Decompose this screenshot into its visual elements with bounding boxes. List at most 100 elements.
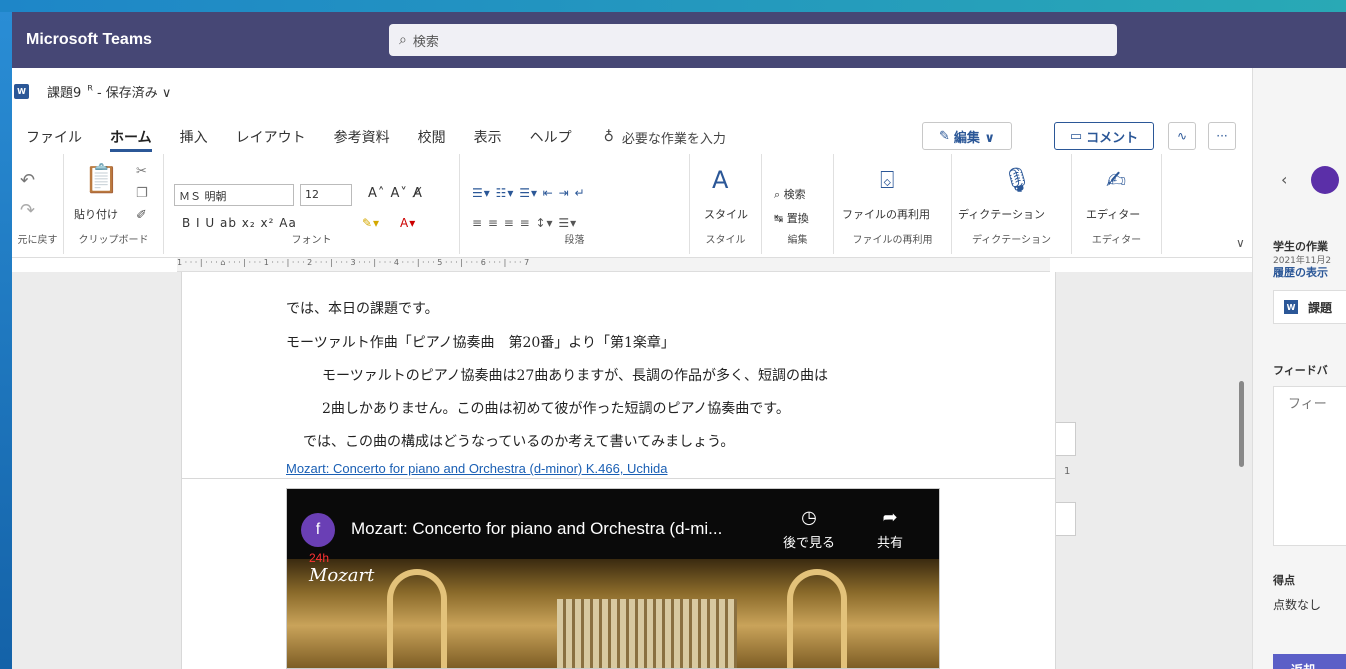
return-button[interactable]: 返却: [1273, 654, 1346, 669]
format-buttons[interactable]: B I U ab x₂ x² Aa: [182, 216, 297, 230]
editing-group: ⌕ 検索 ↹ 置換 編集: [762, 154, 834, 254]
clipboard-group-label: クリップボード: [78, 235, 149, 246]
document-title-row: W 課題9 ᴿ - 保存済み ∨: [12, 78, 171, 104]
copy-icon[interactable]: ❐: [136, 186, 148, 201]
styles-icon[interactable]: A: [712, 166, 728, 194]
undo-group: ↶ ↷ 元に戻す: [12, 154, 64, 254]
reuse-file-icon[interactable]: ⌺: [880, 166, 894, 194]
editing-group-label: 編集: [787, 235, 808, 246]
embedded-video[interactable]: f Mozart: Concerto for piano and Orchest…: [286, 488, 940, 669]
teams-header: Microsoft Teams ⌕ 検索: [12, 12, 1346, 68]
tab-view[interactable]: 表示: [460, 120, 516, 154]
font-group-label: フォント: [291, 235, 332, 246]
replace-label: 置換: [786, 212, 809, 225]
font-name-select[interactable]: ＭＳ 明朝: [174, 184, 294, 206]
share-label: 共有: [877, 536, 904, 551]
submitted-file[interactable]: W 課題: [1273, 290, 1346, 324]
paste-icon[interactable]: 📋: [84, 162, 119, 195]
clipboard-group: 📋 貼り付け ✂ ❐ ✐ クリップボード: [64, 154, 164, 254]
search-input[interactable]: ⌕ 検索: [389, 24, 1117, 56]
grow-shrink-font-icons[interactable]: A˄ A˅ A̸: [368, 186, 423, 201]
pulse-icon: ∿: [1176, 129, 1188, 143]
find-button[interactable]: ⌕ 検索: [774, 186, 806, 202]
activity-button[interactable]: ∿: [1168, 122, 1196, 150]
microphone-icon[interactable]: 🎙: [1002, 166, 1032, 194]
paragraph-group-label: 段落: [564, 235, 585, 246]
tab-file[interactable]: ファイル: [12, 120, 96, 154]
body-line-5: では、この曲の構成はどうなっているのか考えて書いてみましょう。: [303, 434, 735, 450]
align-icons[interactable]: ≡ ≡ ≡ ≡ ↕▾ ☰▾: [472, 216, 577, 230]
undo-icon[interactable]: ↶: [20, 170, 35, 191]
list-icons[interactable]: ☰▾ ☷▾ ☰▾ ⇤ ⇥ ↵: [472, 186, 586, 200]
tab-references[interactable]: 参考資料: [320, 120, 404, 154]
tab-home[interactable]: ホーム: [96, 120, 166, 154]
dictation-group: 🎙 ディクテーション ディクテーション: [952, 154, 1072, 254]
highlight-color-icon[interactable]: ✎▾: [362, 216, 380, 230]
history-link[interactable]: 履歴の表示: [1273, 264, 1328, 280]
video-brand-small: 24h: [309, 551, 330, 565]
body-line-1: では、本日の課題です。: [286, 301, 439, 317]
editor-label[interactable]: エディター: [1086, 206, 1140, 222]
document-area: では、本日の課題です。 モーツァルト作曲「ピアノ協奏曲 第20番」より「第1楽章…: [12, 272, 1252, 669]
window-top-border: [0, 0, 1346, 12]
organ-image: [557, 599, 737, 668]
lightbulb-icon: ♁: [603, 129, 614, 145]
page-number: 1: [1064, 466, 1071, 477]
font-size-select[interactable]: 12: [300, 184, 352, 206]
body-line-4: 2曲しかありません。この曲は初めて彼が作った短調のピアノ協奏曲です。: [322, 401, 790, 417]
feedback-input[interactable]: フィー: [1273, 386, 1346, 546]
cut-icon[interactable]: ✂: [136, 164, 147, 179]
styles-group-label: スタイル: [705, 235, 746, 246]
styles-label[interactable]: スタイル: [704, 206, 748, 222]
comment-margin-box: [1056, 422, 1076, 456]
watch-later-label: 後で見る: [783, 536, 836, 551]
feedback-label: フィードバ: [1273, 364, 1328, 377]
search-placeholder: 検索: [412, 34, 439, 50]
tell-me-search[interactable]: ♁ 必要な作業を入力: [604, 128, 726, 147]
paste-label[interactable]: 貼り付け: [74, 206, 118, 222]
edit-mode-button[interactable]: ✎ 編集 ∨: [922, 122, 1012, 150]
editor-icon[interactable]: ✍: [1106, 166, 1126, 194]
document-name[interactable]: 課題9: [47, 82, 81, 101]
more-options-button[interactable]: ···: [1208, 122, 1236, 150]
dictation-label[interactable]: ディクテーション: [958, 206, 1045, 222]
ruler: 1 · · · | · · · ⌂ · · · | · · · 1 · · · …: [177, 258, 1050, 272]
score-value[interactable]: 点数なし: [1273, 596, 1321, 613]
redo-icon[interactable]: ↷: [20, 200, 35, 221]
share-icon: ᴿ: [87, 83, 93, 99]
app-title: Microsoft Teams: [26, 31, 152, 48]
tab-help[interactable]: ヘルプ: [516, 120, 586, 154]
video-brand-script: Mozart: [309, 565, 375, 586]
font-color-icon[interactable]: A▾: [400, 216, 416, 230]
undo-group-label: 元に戻す: [17, 235, 58, 246]
channel-avatar[interactable]: f: [301, 513, 335, 547]
share-button[interactable]: ➦ 共有: [877, 507, 903, 551]
format-painter-icon[interactable]: ✐: [136, 208, 147, 223]
tab-layout[interactable]: レイアウト: [222, 120, 320, 154]
reuse-group-label: ファイルの再利用: [852, 235, 933, 246]
teams-window: Microsoft Teams ⌕ 検索 W 課題9 ᴿ - 保存済み ∨ ファ…: [12, 12, 1346, 669]
word-icon: W: [14, 83, 29, 99]
reuse-file-label[interactable]: ファイルの再利用: [842, 206, 930, 222]
ribbon-collapse-icon[interactable]: ∨: [1236, 236, 1245, 250]
video-link[interactable]: Mozart: Concerto for piano and Orchestra…: [286, 461, 668, 476]
video-title[interactable]: Mozart: Concerto for piano and Orchestra…: [351, 519, 722, 539]
file-name: 課題: [1308, 300, 1333, 315]
video-thumbnail: [287, 559, 939, 668]
document-scrollbar[interactable]: [1239, 381, 1244, 467]
save-status[interactable]: - 保存済み ∨: [97, 82, 171, 101]
paragraph-group: ☰▾ ☷▾ ☰▾ ⇤ ⇥ ↵ ≡ ≡ ≡ ≡ ↕▾ ☰▾ 段落: [460, 154, 690, 254]
tab-review[interactable]: 校閲: [404, 120, 460, 154]
replace-button[interactable]: ↹ 置換: [774, 210, 809, 226]
watch-later-button[interactable]: ◷ 後で見る: [783, 507, 835, 551]
pencil-icon: ✎: [939, 128, 950, 144]
tab-insert[interactable]: 挿入: [166, 120, 222, 154]
ribbon-body: ↶ ↷ 元に戻す 📋 貼り付け ✂ ❐ ✐ クリップボード フォント ＭＳ 明朝…: [12, 154, 1252, 258]
comment-button[interactable]: ▭ コメント: [1054, 122, 1154, 150]
editor-group-label: エディター: [1091, 235, 1142, 246]
arch-decoration: [387, 569, 447, 668]
back-chevron-icon[interactable]: ‹: [1281, 170, 1287, 189]
score-label: 得点: [1273, 574, 1295, 587]
more-icon: ···: [1216, 129, 1228, 143]
video-header: f Mozart: Concerto for piano and Orchest…: [287, 489, 939, 586]
